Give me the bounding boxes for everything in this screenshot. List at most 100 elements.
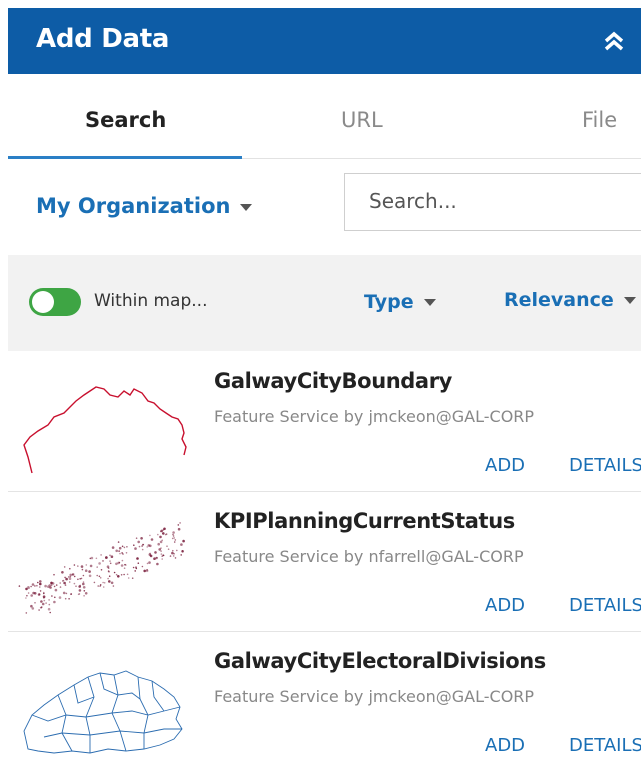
type-filter-dropdown[interactable]: Type	[364, 291, 436, 313]
list-item: GalwayCityElectoralDivisions Feature Ser…	[8, 631, 641, 771]
thumbnail-dot	[48, 603, 51, 606]
thumbnail-dot	[117, 575, 120, 578]
tab-file[interactable]: File	[582, 108, 617, 132]
thumbnail-dot	[108, 571, 110, 573]
result-title[interactable]: GalwayCityBoundary	[214, 369, 452, 393]
sort-dropdown[interactable]: Relevance	[504, 289, 636, 311]
double-chevron-up-icon[interactable]	[601, 28, 627, 54]
thumbnail-dot	[156, 557, 158, 559]
thumbnail-dot	[34, 602, 36, 604]
thumbnail-dot	[25, 612, 28, 614]
details-button[interactable]: DETAILS	[569, 595, 641, 616]
thumbnail-dot	[64, 576, 66, 579]
thumbnail-dot	[172, 549, 174, 552]
thumbnail-dot	[174, 539, 177, 541]
thumbnail-dot	[40, 606, 43, 609]
caret-down-icon	[423, 299, 436, 306]
thumbnail-dot	[30, 604, 33, 608]
thumbnail-dot	[47, 607, 51, 611]
thumbnail-dot	[96, 566, 98, 568]
thumbnail-dot	[82, 582, 85, 586]
thumbnail-dot	[53, 573, 55, 576]
type-filter-label: Type	[364, 291, 414, 313]
thumbnail-dot	[100, 569, 103, 571]
thumbnail-dot	[31, 583, 35, 586]
search-input[interactable]	[367, 188, 631, 214]
details-button[interactable]: DETAILS	[569, 455, 641, 476]
thumbnail-dot	[30, 585, 32, 588]
details-button[interactable]: DETAILS	[569, 735, 641, 756]
thumbnail-dot	[39, 590, 42, 592]
thumbnail-dot	[163, 527, 166, 531]
thumbnail-dot	[171, 551, 174, 555]
scope-dropdown[interactable]: My Organization	[36, 194, 253, 218]
thumbnail-dot	[33, 592, 37, 595]
thumbnail-dot	[90, 556, 94, 560]
within-map-label: Within map...	[94, 291, 208, 311]
result-title[interactable]: GalwayCityElectoralDivisions	[214, 649, 546, 673]
search-box[interactable]	[344, 173, 641, 231]
thumbnail-dot	[69, 573, 72, 577]
thumbnail-dot	[154, 551, 157, 554]
add-button[interactable]: ADD	[485, 735, 525, 756]
thumbnail-dot	[109, 562, 112, 565]
boundary-line-thumbnail[interactable]	[14, 365, 190, 477]
thumbnail-dot	[181, 550, 184, 553]
thumbnail-dot	[49, 611, 51, 614]
polygon-divisions-thumbnail[interactable]	[14, 645, 190, 757]
result-title[interactable]: KPIPlanningCurrentStatus	[214, 509, 515, 533]
thumbnail-dot	[103, 582, 106, 584]
thumbnail-dot	[164, 533, 167, 536]
add-button[interactable]: ADD	[485, 595, 525, 616]
result-subtitle: Feature Service by jmckeon@GAL-CORP	[214, 687, 535, 706]
thumbnail-dot	[68, 581, 71, 583]
thumbnail-dot	[134, 570, 136, 572]
thumbnail-dot	[141, 545, 143, 547]
thumbnail-dot	[143, 569, 146, 573]
thumbnail-dot	[99, 584, 102, 586]
thumbnail-dot	[59, 582, 61, 584]
thumbnail-dot	[85, 564, 88, 566]
thumbnail-dot	[137, 540, 140, 544]
thumbnail-dot	[98, 562, 101, 565]
tab-search[interactable]: Search	[85, 108, 166, 132]
thumbnail-dot	[102, 586, 105, 588]
thumbnail-dot	[31, 607, 35, 610]
add-button[interactable]: ADD	[485, 455, 525, 476]
thumbnail-dot	[36, 584, 38, 587]
thumbnail-dot	[78, 585, 81, 588]
tab-divider	[242, 158, 641, 159]
thumbnail-dot	[107, 577, 109, 580]
thumbnail-dot	[162, 532, 165, 535]
thumbnail-dot	[44, 584, 47, 588]
thumbnail-dot	[84, 569, 88, 572]
thumbnail-dot	[169, 555, 172, 557]
thumbnail-dot	[51, 582, 55, 585]
thumbnail-dot	[64, 584, 67, 586]
within-map-toggle[interactable]	[29, 288, 81, 316]
thumbnail-dot	[77, 565, 79, 567]
thumbnail-dot	[73, 582, 76, 585]
thumbnail-dot	[162, 554, 165, 557]
thumbnail-dot	[131, 577, 134, 579]
thumbnail-dot	[127, 577, 130, 579]
thumbnail-dot	[43, 599, 46, 602]
thumbnail-dot	[134, 547, 137, 550]
thumbnail-dot	[146, 562, 149, 565]
thumbnail-dot	[38, 609, 40, 611]
thumbnail-dot	[174, 557, 177, 559]
thumbnail-dot	[115, 549, 118, 553]
thumbnail-dot	[180, 543, 183, 546]
thumbnail-dot	[58, 596, 62, 599]
thumbnail-dot	[106, 565, 110, 568]
point-cluster-thumbnail[interactable]	[14, 505, 190, 617]
thumbnail-dot	[27, 592, 30, 594]
thumbnail-dot	[40, 600, 43, 603]
thumbnail-dot	[126, 546, 128, 548]
tab-url[interactable]: URL	[341, 108, 383, 132]
thumbnail-dot	[148, 561, 151, 564]
thumbnail-dot	[37, 581, 39, 584]
thumbnail-dot	[83, 595, 85, 597]
thumbnail-dot	[111, 546, 115, 549]
thumbnail-dot	[160, 550, 162, 552]
